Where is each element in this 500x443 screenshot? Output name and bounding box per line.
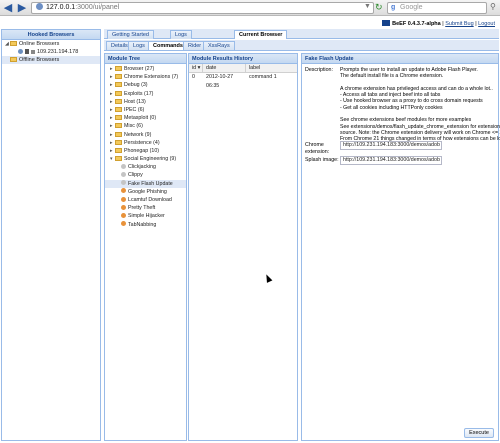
folder-icon	[10, 57, 17, 62]
module-category[interactable]: ▸ Debug (3)	[105, 81, 186, 89]
module-item[interactable]: Pretty Theft	[105, 204, 186, 212]
module-category[interactable]: ▸ Exploits (17)	[105, 90, 186, 98]
column-header-date[interactable]: date	[203, 64, 246, 72]
hooked-browsers-title: Hooked Browsers	[2, 30, 100, 40]
sub-tabs: Details Logs Commands Rider XssRays	[104, 40, 499, 51]
tab-commands[interactable]: Commands	[148, 41, 188, 50]
search-icon[interactable]: ⚲	[490, 2, 496, 11]
folder-icon	[10, 41, 17, 46]
module-results-history-panel: Module Results History id ▾ date label 0…	[188, 53, 298, 441]
forward-arrow-icon[interactable]: ▶	[16, 2, 28, 14]
folder-icon	[115, 98, 122, 104]
chrome-extension-label: Chrome extension:	[305, 142, 330, 155]
module-category[interactable]: ▸ Network (9)	[105, 131, 186, 139]
beef-version: BeEF 0.4.3.7-alpha	[392, 21, 441, 27]
reload-icon[interactable]: ↻	[375, 2, 383, 13]
history-title: Module Results History	[189, 54, 297, 64]
beef-logo-icon	[382, 20, 391, 26]
tab-getting-started[interactable]: Getting Started	[107, 30, 154, 39]
description-label: Description:	[305, 67, 333, 73]
module-item[interactable]: Clickjacking	[105, 163, 186, 171]
module-item[interactable]: TabNabbing	[105, 221, 186, 229]
module-detail-panel: Fake Flash Update Description: Prompts t…	[301, 53, 500, 441]
tab-current-browser[interactable]: Current Browser	[234, 30, 288, 39]
folder-icon	[115, 147, 122, 153]
chrome-icon	[18, 48, 23, 54]
table-row[interactable]: 0 2012-10-27 06:35 command 1	[189, 73, 297, 89]
module-item-selected[interactable]: Fake Flash Update	[105, 179, 186, 188]
folder-icon	[115, 82, 122, 88]
folder-icon	[115, 123, 122, 129]
module-category[interactable]: ▸ Chrome Extensions (7)	[105, 73, 186, 81]
folder-icon	[115, 156, 122, 162]
status-dot-icon	[121, 212, 126, 218]
description-text: Prompts the user to install an update to…	[340, 67, 500, 143]
module-category-social-engineering[interactable]: ▾ Social Engineering (9)	[105, 155, 186, 163]
status-dot-icon	[121, 204, 126, 210]
folder-icon	[115, 131, 122, 137]
module-category[interactable]: ▸ Persistence (4)	[105, 139, 186, 147]
module-category[interactable]: ▸ Host (13)	[105, 98, 186, 106]
chrome-extension-field[interactable]: http://109.231.194.183:3000/demos/adob	[340, 141, 442, 150]
module-item[interactable]: Google Phishing	[105, 188, 186, 196]
module-category[interactable]: ▸ Misc (6)	[105, 122, 186, 130]
dropdown-arrow-icon[interactable]: ▼	[364, 3, 371, 10]
back-arrow-icon[interactable]: ◀	[2, 2, 14, 14]
logout-link[interactable]: Logout	[478, 21, 495, 27]
tab-xssrays[interactable]: XssRays	[203, 41, 235, 50]
module-detail-title: Fake Flash Update	[302, 54, 498, 64]
module-item[interactable]: Simple Hijacker	[105, 212, 186, 220]
folder-icon	[115, 106, 122, 112]
search-input[interactable]: g Google	[387, 2, 487, 14]
google-icon: g	[391, 4, 396, 11]
status-dot-icon	[121, 196, 126, 202]
globe-icon	[36, 3, 43, 10]
folder-icon	[115, 66, 122, 71]
beef-header: BeEF 0.4.3.7-alpha | Submit Bug | Logout	[104, 19, 499, 29]
module-category[interactable]: ▸ Browser (27)	[105, 65, 186, 73]
folder-icon	[115, 115, 122, 121]
folder-icon	[115, 90, 122, 96]
browser-toolbar: ◀ ▶ 127.0.0.1:3000/ui/panel ▼ ↻ g Google …	[0, 0, 500, 16]
module-category[interactable]: ▸ IPEC (6)	[105, 106, 186, 114]
hooked-browsers-panel: Hooked Browsers ◢ Online Browsers 109.231…	[1, 29, 101, 441]
history-grid-header: id ▾ date label	[189, 64, 297, 73]
status-dot-icon	[121, 188, 126, 194]
column-header-id[interactable]: id ▾	[189, 64, 203, 72]
module-category[interactable]: ▸ Phonegap (10)	[105, 147, 186, 155]
module-category[interactable]: ▸ Metasploit (0)	[105, 114, 186, 122]
splash-image-field[interactable]: http://109.231.194.183:3000/demos/adob	[340, 156, 442, 165]
folder-icon	[115, 139, 122, 145]
status-dot-icon	[121, 180, 126, 186]
os-icon	[25, 48, 29, 54]
folder-icon	[115, 74, 122, 80]
status-dot-icon	[121, 171, 126, 177]
url-bar[interactable]: 127.0.0.1:3000/ui/panel	[31, 2, 374, 14]
hooked-browser-item[interactable]: 109.231.194.178	[2, 48, 100, 56]
column-header-label[interactable]: label	[246, 64, 298, 72]
splash-image-label: Splash image:	[305, 157, 339, 163]
module-tree-title: Module Tree	[105, 54, 186, 64]
main-tabs: Getting Started Logs Current Browser	[104, 29, 499, 39]
hardware-icon	[31, 49, 35, 54]
submit-bug-link[interactable]: Submit Bug	[445, 21, 473, 27]
online-browsers-node[interactable]: ◢ Online Browsers	[2, 40, 100, 48]
execute-button[interactable]: Execute	[464, 428, 494, 438]
tab-logs[interactable]: Logs	[170, 30, 192, 39]
tab-logs-sub[interactable]: Logs	[128, 41, 150, 50]
status-dot-icon	[121, 163, 126, 169]
module-item[interactable]: Clippy	[105, 171, 186, 179]
module-tree-panel: Module Tree ▸ Browser (27) ▸ Chrome Extens…	[104, 53, 187, 441]
status-dot-icon	[121, 221, 126, 227]
offline-browsers-node[interactable]: Offline Browsers	[2, 56, 100, 64]
module-item[interactable]: Lcamtuf Download	[105, 196, 186, 204]
